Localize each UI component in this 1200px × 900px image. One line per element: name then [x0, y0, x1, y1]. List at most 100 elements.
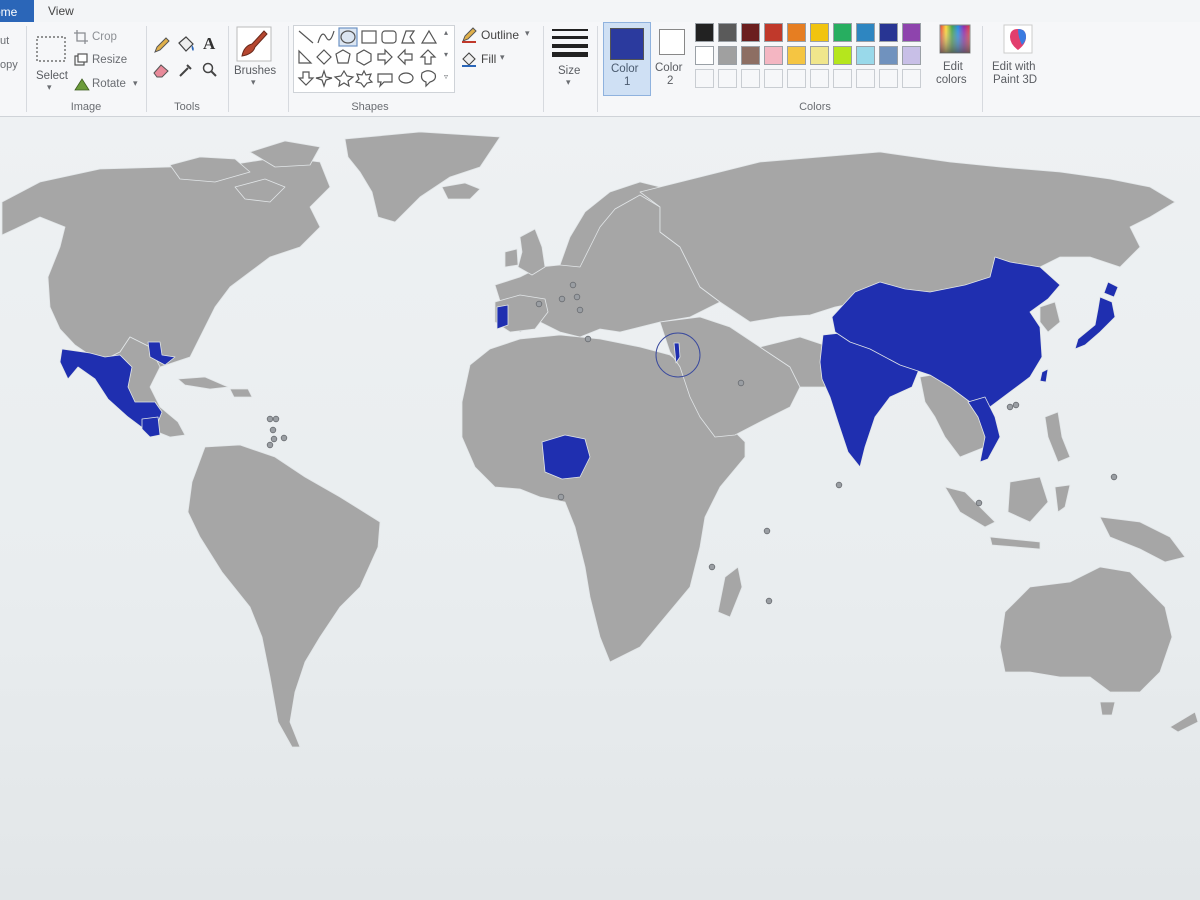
custom-color-slot[interactable]	[879, 69, 898, 88]
microstate-marker	[708, 563, 716, 571]
expand-icon[interactable]: ▿	[444, 72, 448, 81]
fill-icon	[462, 52, 476, 67]
greenland	[344, 131, 501, 223]
color-palette[interactable]	[695, 22, 935, 94]
divider	[597, 26, 598, 112]
palette-swatch[interactable]	[764, 23, 783, 42]
palette-swatch[interactable]	[902, 23, 921, 42]
color2-label-line1: Color	[655, 62, 683, 74]
custom-color-slot[interactable]	[787, 69, 806, 88]
palette-swatch[interactable]	[879, 23, 898, 42]
ireland	[504, 248, 519, 268]
custom-color-slot[interactable]	[718, 69, 737, 88]
custom-color-slot[interactable]	[833, 69, 852, 88]
divider	[982, 26, 983, 112]
cut-button[interactable]: ut	[0, 35, 9, 47]
palette-swatch[interactable]	[787, 46, 806, 65]
edit-colors-button[interactable]: Edit colors	[932, 22, 978, 116]
microstate-marker	[269, 426, 277, 434]
palette-swatch[interactable]	[741, 46, 760, 65]
chevron-down-icon: ▾	[47, 82, 52, 92]
edit-with-paint3d-button[interactable]: Edit with Paint 3D	[985, 22, 1051, 116]
palette-swatch[interactable]	[718, 23, 737, 42]
divider	[26, 26, 27, 112]
palette-swatch[interactable]	[879, 46, 898, 65]
microstate-marker	[573, 293, 581, 301]
custom-color-slot[interactable]	[741, 69, 760, 88]
palette-swatch[interactable]	[718, 46, 737, 65]
fill-bucket-icon[interactable]	[176, 35, 196, 53]
menu-bar: ome View	[0, 0, 1200, 22]
color1-button[interactable]: Color 1	[603, 22, 651, 96]
custom-color-slot[interactable]	[902, 69, 921, 88]
paint3d-label-line1: Edit with	[992, 61, 1036, 73]
size-button[interactable]: Size ▾	[546, 22, 596, 116]
color2-swatch	[659, 29, 685, 55]
paint3d-icon	[1003, 24, 1033, 54]
palette-swatch[interactable]	[856, 46, 875, 65]
image-group: Select ▾ Crop Resize Rotate ▾ Image	[28, 22, 144, 116]
shapes-gallery[interactable]	[293, 25, 455, 93]
rotate-icon	[74, 78, 90, 91]
palette-swatch[interactable]	[787, 23, 806, 42]
tab-view[interactable]: View	[48, 4, 74, 18]
image-group-label: Image	[70, 101, 102, 113]
palette-swatch[interactable]	[833, 46, 852, 65]
palette-swatch[interactable]	[810, 23, 829, 42]
java	[989, 536, 1041, 550]
palette-swatch[interactable]	[695, 23, 714, 42]
microstate-marker	[535, 300, 543, 308]
divider	[288, 26, 289, 112]
palette-swatch[interactable]	[695, 46, 714, 65]
palette-swatch[interactable]	[764, 46, 783, 65]
japan-highlight	[1074, 296, 1116, 350]
tools-group-label: Tools	[174, 101, 200, 113]
custom-color-slot[interactable]	[810, 69, 829, 88]
world-map	[1, 131, 1199, 748]
microstate-marker	[1006, 403, 1014, 411]
tab-home[interactable]: ome	[0, 0, 34, 22]
color2-button[interactable]: Color 2	[652, 22, 694, 94]
portugal-highlight	[496, 304, 509, 330]
divider	[228, 26, 229, 112]
custom-color-slot[interactable]	[695, 69, 714, 88]
magnifier-icon[interactable]	[202, 62, 218, 78]
brushes-label: Brushes	[234, 65, 277, 77]
text-tool-icon[interactable]: A	[203, 34, 215, 54]
select-label: Select	[36, 70, 68, 82]
south-america	[187, 444, 381, 748]
cuba	[177, 376, 229, 390]
fill-label: Fill	[481, 52, 497, 66]
microstate-marker	[280, 434, 288, 442]
drawing-canvas[interactable]	[0, 117, 1200, 900]
borneo	[1007, 476, 1049, 523]
colors-group: Color 1 Color 2 Colors	[600, 22, 950, 116]
scroll-up-icon[interactable]: ▴	[444, 28, 448, 37]
pencil-icon[interactable]	[153, 36, 171, 54]
sumatra	[944, 486, 996, 528]
sulawesi	[1054, 484, 1071, 513]
eraser-icon[interactable]	[153, 62, 171, 78]
color-picker-icon[interactable]	[178, 62, 194, 78]
microstate-marker	[835, 481, 843, 489]
chevron-down-icon: ▾	[500, 52, 505, 62]
copy-button[interactable]: opy	[0, 59, 18, 71]
palette-swatch[interactable]	[833, 23, 852, 42]
palette-swatch[interactable]	[856, 23, 875, 42]
korea	[1039, 301, 1061, 333]
custom-color-slot[interactable]	[764, 69, 783, 88]
palette-swatch[interactable]	[741, 23, 760, 42]
rotate-label: Rotate	[92, 78, 126, 90]
guatemala-highlight	[141, 416, 161, 438]
size-label: Size	[558, 65, 581, 77]
scroll-down-icon[interactable]: ▾	[444, 50, 448, 59]
colors-group-label: Colors	[799, 101, 831, 113]
microstate-marker	[270, 435, 278, 443]
custom-color-slot[interactable]	[856, 69, 875, 88]
palette-swatch[interactable]	[902, 46, 921, 65]
brushes-button[interactable]: Brushes ▾	[230, 22, 284, 116]
microstate-marker	[975, 499, 983, 507]
crop-label: Crop	[92, 31, 117, 43]
palette-swatch[interactable]	[810, 46, 829, 65]
microstate-marker	[557, 493, 565, 501]
